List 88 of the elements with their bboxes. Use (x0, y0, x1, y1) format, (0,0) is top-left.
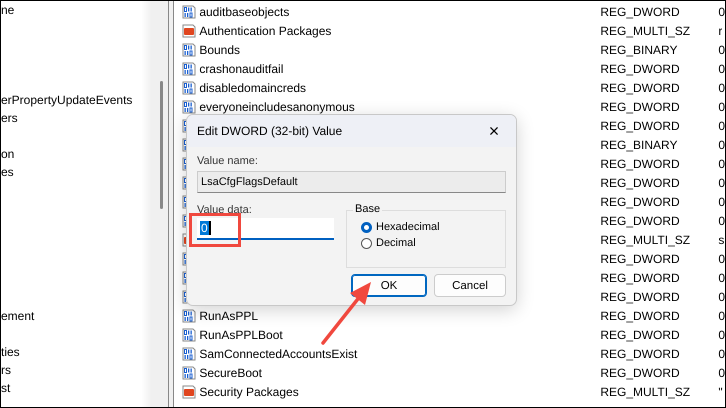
value-data: 0 (718, 194, 725, 208)
radio-label[interactable]: Decimal (376, 237, 416, 249)
highlight-frame (189, 213, 241, 247)
value-data: 0 (718, 118, 725, 132)
value-name-label: Value name: (197, 155, 259, 167)
value-name[interactable]: everyoneincludesanonymous (199, 100, 355, 114)
tree-item[interactable]: ties (1, 343, 20, 361)
value-data: 0 (718, 4, 725, 18)
value-type: REG_BINARY (600, 138, 678, 152)
value-type: REG_DWORD (600, 290, 681, 304)
value-name[interactable]: SecureBoot (199, 366, 262, 380)
dialog-title: Edit DWORD (32-bit) Value (197, 124, 342, 138)
binary-value-icon (182, 62, 196, 76)
value-type: REG_MULTI_SZ (600, 24, 692, 38)
value-type: REG_DWORD (600, 194, 681, 208)
value-type: REG_DWORD (600, 214, 681, 228)
string-value-icon (182, 384, 196, 398)
value-name[interactable]: SamConnectedAccountsExist (199, 346, 358, 360)
value-type: REG_DWORD (600, 118, 681, 132)
binary-value-icon (182, 4, 196, 18)
tree-item[interactable]: erPropertyUpdateEvents (1, 91, 132, 109)
value-data: 0 (718, 366, 725, 380)
value-type: REG_DWORD (600, 328, 681, 342)
value-type: REG_DWORD (600, 308, 681, 322)
value-data: 0 (718, 176, 725, 190)
value-data-field[interactable]: 0 (197, 218, 334, 240)
value-name[interactable]: crashonauditfail (199, 62, 284, 76)
value-name[interactable]: RunAsPPL (199, 308, 258, 322)
binary-value-icon (182, 366, 196, 380)
value-type: REG_DWORD (600, 62, 681, 76)
value-name-field[interactable]: LsaCfgFlagsDefault (197, 171, 506, 193)
dialog-button[interactable]: Cancel (434, 274, 506, 297)
value-data: 0 (718, 270, 725, 284)
value-type: REG_DWORD (600, 252, 681, 266)
value-data: 0 (718, 138, 725, 152)
value-type: REG_DWORD (600, 346, 681, 360)
value-name[interactable]: Security Packages (199, 384, 299, 398)
tree-item[interactable]: ers (1, 109, 18, 127)
tree-item[interactable]: ement (1, 307, 34, 325)
binary-value-icon (182, 308, 196, 322)
value-data: s (718, 232, 724, 246)
tree-item[interactable]: es (1, 163, 14, 181)
tree-item[interactable]: ne (1, 1, 14, 19)
value-data: " (718, 384, 723, 398)
binary-value-icon (182, 346, 196, 360)
binary-value-icon (182, 328, 196, 342)
value-type: REG_DWORD (600, 4, 681, 18)
value-name[interactable]: Bounds (199, 42, 240, 56)
value-type: REG_DWORD (600, 80, 681, 94)
value-data: 0 (718, 42, 725, 56)
binary-value-icon (182, 80, 196, 94)
value-type: REG_DWORD (600, 270, 681, 284)
value-data: 0 (718, 156, 725, 170)
value-type: REG_DWORD (600, 156, 681, 170)
value-type: REG_DWORD (600, 176, 681, 190)
binary-value-icon (182, 42, 196, 56)
value-data-label: Value data: (197, 204, 253, 216)
value-name[interactable]: disabledomaincreds (199, 80, 306, 94)
tree-item[interactable]: rs (1, 361, 11, 379)
tree-item[interactable]: on (1, 145, 14, 163)
radio-button[interactable] (361, 238, 372, 248)
value-name[interactable]: RunAsPPLBoot (199, 328, 283, 342)
radio-label[interactable]: Hexadecimal (376, 221, 440, 233)
value-data: 0 (718, 80, 725, 94)
string-value-icon (182, 24, 196, 38)
value-type: REG_MULTI_SZ (600, 384, 692, 398)
value-data: r (718, 24, 722, 38)
value-data: 0 (718, 328, 725, 342)
close-button[interactable]: × (472, 115, 516, 147)
tree-item[interactable]: st (1, 379, 10, 397)
value-type: REG_DWORD (600, 100, 681, 114)
value-type: REG_BINARY (600, 42, 678, 56)
value-data: 0 (718, 308, 725, 322)
value-data: 0 (718, 252, 725, 266)
value-data: 0 (718, 62, 725, 76)
dialog-button[interactable]: OK (351, 274, 427, 297)
value-data: 0 (718, 100, 725, 114)
value-name[interactable]: auditbaseobjects (199, 4, 290, 18)
value-data: 0 (718, 214, 725, 228)
value-type: REG_DWORD (600, 366, 681, 380)
value-data: 0 (718, 290, 725, 304)
base-legend: Base (353, 203, 382, 215)
pane-splitter[interactable] (168, 1, 174, 407)
scrollbar-thumb[interactable] (160, 81, 163, 209)
value-name[interactable]: Authentication Packages (199, 24, 332, 38)
radio-button[interactable] (361, 222, 372, 232)
value-type: REG_MULTI_SZ (600, 232, 692, 246)
value-data: 0 (718, 346, 725, 360)
